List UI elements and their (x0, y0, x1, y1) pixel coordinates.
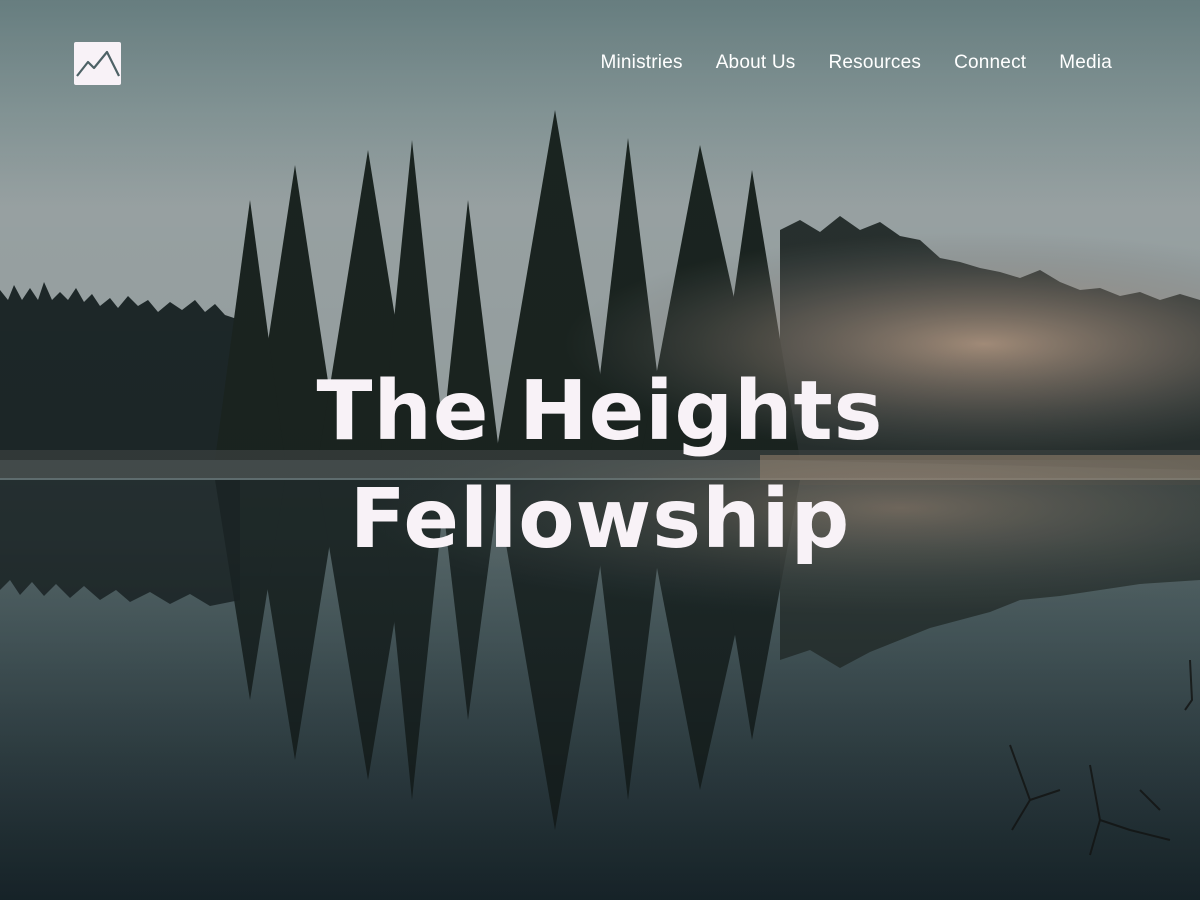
main-nav: Ministries About Us Resources Connect Me… (600, 50, 1112, 76)
page-title: The Heights Fellowship (0, 358, 1200, 574)
nav-item-media[interactable]: Media (1059, 50, 1112, 76)
nav-item-ministries[interactable]: Ministries (600, 50, 682, 76)
mountain-icon[interactable] (74, 42, 121, 85)
nav-item-about-us[interactable]: About Us (716, 50, 796, 76)
page-title-line-2: Fellowship (349, 472, 851, 567)
hero-section: Ministries About Us Resources Connect Me… (0, 0, 1200, 900)
nav-item-resources[interactable]: Resources (828, 50, 921, 76)
page-title-line-1: The Heights (316, 364, 884, 459)
nav-item-connect[interactable]: Connect (954, 50, 1026, 76)
